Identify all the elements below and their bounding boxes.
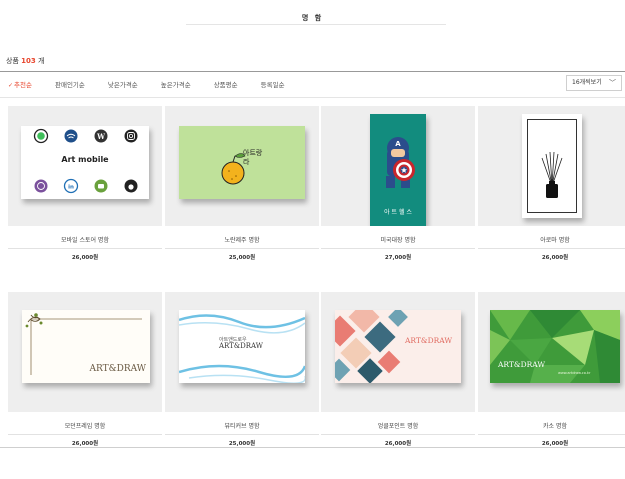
card-orange: 아트랑 라 — [179, 126, 305, 199]
product-divider — [8, 248, 162, 249]
whatsapp-icon — [33, 128, 49, 144]
card-title: ART&DRAW — [405, 336, 453, 345]
footer-divider — [0, 447, 625, 448]
sort-divider — [0, 97, 625, 98]
product-divider — [8, 434, 162, 435]
product-price: 26,000원 — [541, 255, 569, 261]
product-count: 상품 103 개 — [6, 56, 44, 66]
product-divider — [165, 248, 319, 249]
wordpress-icon: W — [94, 129, 108, 143]
view-count-select[interactable]: 16개씩보기 ﹀ — [566, 75, 622, 91]
product-price: 26,000원 — [71, 441, 99, 447]
title-divider — [186, 24, 446, 25]
viber-icon — [34, 179, 48, 193]
sort-reviews[interactable]: 상품평순 — [214, 79, 238, 89]
product-name[interactable]: 엉클포인트 명함 — [321, 421, 475, 430]
card-art-mobile: W in Art mobile — [21, 126, 149, 199]
chevron-down-icon: ﹀ — [609, 79, 616, 87]
card-title: ART&DRAW — [498, 360, 546, 369]
instagram-icon — [124, 129, 138, 143]
card-uncle-point: ART&DRAW — [335, 310, 461, 383]
product-divider — [478, 248, 625, 249]
view-count-value: 16개씩보기 — [572, 79, 602, 86]
product-divider — [165, 434, 319, 435]
sort-option-label: 추천순 — [14, 81, 32, 89]
sort-bar: ✓추천순 판매인기순 낮은가격순 높은가격순 상품평순 등록일순 — [8, 79, 308, 89]
product-divider — [478, 434, 625, 435]
svg-text:A: A — [395, 140, 401, 148]
sort-popular[interactable]: 판매인기순 — [55, 79, 85, 89]
product-name[interactable]: 아로마 명함 — [478, 235, 625, 244]
product-name[interactable]: 모던프레임 명함 — [8, 421, 162, 430]
android-icon — [94, 179, 108, 193]
card-aroma — [522, 114, 582, 218]
linkedin-icon: in — [63, 178, 79, 194]
product-name[interactable]: 노란제주 명함 — [165, 235, 319, 244]
svg-text:W: W — [96, 132, 105, 141]
product-thumbnail[interactable]: 아트앤드로우 ART&DRAW — [165, 292, 319, 412]
product-name[interactable]: 뷰티커브 명함 — [165, 421, 319, 430]
product-thumbnail[interactable]: ART&DRAW www.artdraw.co.kr — [478, 292, 625, 412]
sort-option-label: 높은가격순 — [160, 81, 191, 89]
sort-option-label: 낮은가격순 — [107, 81, 138, 89]
wifi-icon — [64, 129, 78, 143]
check-icon: ✓ — [8, 82, 14, 89]
product-price: 26,000원 — [541, 441, 569, 447]
sort-newest[interactable]: 등록일순 — [261, 79, 285, 89]
product-count-number: 103 — [21, 57, 36, 65]
card-title: ART&DRAW — [219, 342, 263, 350]
product-price: 25,000원 — [228, 255, 256, 261]
card-title: ART&DRAW — [89, 364, 146, 374]
product-thumbnail[interactable] — [478, 106, 625, 226]
sort-price-low[interactable]: 낮은가격순 — [108, 79, 138, 89]
card-modern-frame: ART&DRAW — [22, 310, 150, 383]
product-price: 25,000원 — [228, 441, 256, 447]
product-price: 26,000원 — [71, 255, 99, 261]
product-divider — [321, 248, 475, 249]
card-title: Art mobile — [61, 155, 109, 164]
svg-text:in: in — [68, 184, 74, 190]
card-beauty-curve: 아트앤드로우 ART&DRAW — [179, 310, 305, 383]
product-thumbnail[interactable]: 아트랑 라 — [165, 106, 319, 226]
page-title: 명 함 — [301, 14, 324, 22]
product-thumbnail[interactable]: A 아 트 헬 스 — [321, 106, 475, 226]
card-website: www.artdraw.co.kr — [558, 371, 591, 375]
product-thumbnail[interactable]: ART&DRAW — [321, 292, 475, 412]
sort-recommended[interactable]: ✓추천순 — [8, 79, 32, 89]
sort-price-high[interactable]: 높은가격순 — [161, 79, 191, 89]
product-thumbnail[interactable]: W in Art mobile — [8, 106, 162, 226]
product-name[interactable]: 모바일 스토어 명함 — [8, 235, 162, 244]
card-captain: A 아 트 헬 스 — [370, 114, 426, 226]
product-thumbnail[interactable]: ART&DRAW — [8, 292, 162, 412]
sort-option-label: 판매인기순 — [54, 81, 85, 89]
card-casso: ART&DRAW www.artdraw.co.kr — [490, 310, 620, 383]
product-count-unit: 개 — [37, 57, 45, 65]
apple-icon — [124, 179, 138, 193]
orange-icon — [221, 153, 246, 185]
product-divider — [321, 434, 475, 435]
card-title: 아 트 헬 스 — [384, 209, 412, 216]
product-price: 26,000원 — [384, 441, 412, 447]
header-divider — [0, 71, 625, 72]
card-title: 아트랑 라 — [243, 149, 263, 166]
sort-option-label: 상품평순 — [213, 81, 238, 89]
product-price: 27,000원 — [384, 255, 412, 261]
product-count-label: 상품 — [6, 57, 19, 65]
product-name[interactable]: 미국대장 명함 — [321, 235, 475, 244]
product-name[interactable]: 카소 명함 — [478, 421, 625, 430]
diffuser-icon — [541, 151, 563, 198]
sort-option-label: 등록일순 — [260, 81, 285, 89]
